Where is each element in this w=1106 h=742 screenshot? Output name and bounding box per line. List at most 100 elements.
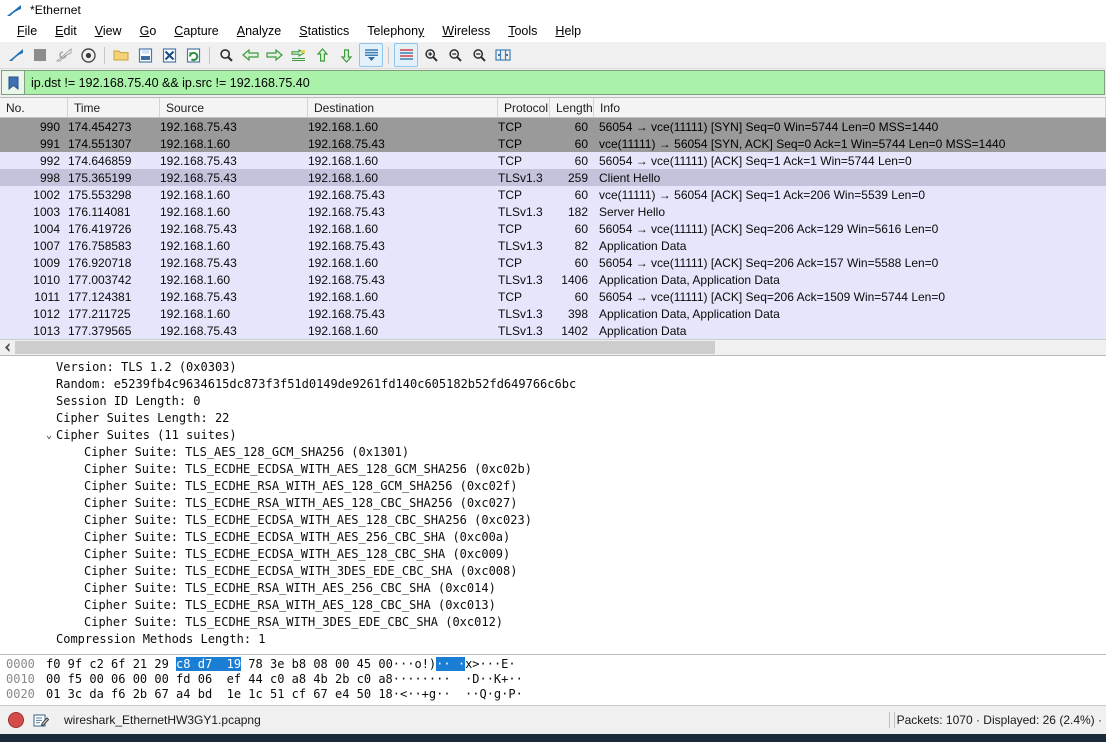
menu-wireless[interactable]: Wireless [433,22,499,40]
hex-plain-bytes: f0 9f c2 6f 21 29 [46,657,177,671]
resize-columns-icon[interactable] [492,44,514,66]
main-toolbar [0,42,1106,69]
packet-row[interactable]: 998 175.365199 192.168.75.43 192.168.1.60 TL… [0,169,1106,186]
go-to-packet-icon[interactable] [287,44,309,66]
column-header-length[interactable]: Length [550,98,594,117]
detail-row[interactable]: ⌄ Cipher Suites (11 suites) [0,427,1106,444]
display-filter-bar: ip.dst != 192.168.75.40 && ip.src != 192… [0,69,1106,97]
detail-row[interactable]: Cipher Suite: TLS_ECDHE_RSA_WITH_3DES_ED… [0,614,1106,631]
packet-row[interactable]: 1004 176.419726 192.168.75.43 192.168.1.60 T… [0,220,1106,237]
packet-row[interactable]: 1011 177.124381 192.168.75.43 192.168.1.60 T… [0,288,1106,305]
menu-view[interactable]: View [86,22,131,40]
find-packet-icon[interactable] [215,44,237,66]
scroll-left-arrow-icon[interactable] [0,340,15,355]
menu-telephony[interactable]: Telephony [358,22,433,40]
stop-capture-icon[interactable] [29,44,51,66]
zoom-in-icon[interactable] [420,44,442,66]
cell-info: 56054 → vce(11111) [ACK] Seq=1 Ack=1 Win… [599,153,912,168]
start-capture-icon[interactable] [5,44,27,66]
go-forward-icon[interactable] [263,44,285,66]
cell-destination: 192.168.1.60 [308,170,379,185]
detail-row[interactable]: Cipher Suite: TLS_ECDHE_ECDSA_WITH_AES_1… [0,512,1106,529]
packet-row[interactable]: 1003 176.114081 192.168.1.60 192.168.75.43 T… [0,203,1106,220]
cell-destination: 192.168.75.43 [308,136,385,151]
detail-row[interactable]: Cipher Suite: TLS_AES_128_GCM_SHA256 (0x… [0,444,1106,461]
menu-help[interactable]: Help [546,22,590,40]
menu-file[interactable]: File [8,22,46,40]
packet-detail-pane[interactable]: Version: TLS 1.2 (0x0303) Random: e5239fb… [0,355,1106,654]
toolbar-separator [104,46,105,64]
restart-capture-icon[interactable] [53,44,75,66]
detail-row[interactable]: Cipher Suite: TLS_ECDHE_ECDSA_WITH_AES_1… [0,461,1106,478]
detail-row[interactable]: Session ID Length: 0 [0,393,1106,410]
packet-row[interactable]: 1012 177.211725 192.168.1.60 192.168.75.43 T… [0,305,1106,322]
packet-row[interactable]: 990 174.454273 192.168.75.43 192.168.1.60 TC… [0,118,1106,135]
detail-row[interactable]: Cipher Suite: TLS_ECDHE_ECDSA_WITH_3DES_… [0,563,1106,580]
go-first-packet-icon[interactable] [311,44,333,66]
hex-row[interactable]: 0010 00 f5 00 06 00 00 fd 06 ef 44 c0 a8 … [0,672,1106,687]
detail-text: Cipher Suite: TLS_ECDHE_RSA_WITH_AES_128… [84,496,518,510]
capture-comment-icon[interactable] [32,712,50,728]
menu-file-rest: ile [24,24,38,38]
column-header-info[interactable]: Info [594,98,1106,117]
packet-row[interactable]: 992 174.646859 192.168.75.43 192.168.1.60 TC… [0,152,1106,169]
scroll-thumb[interactable] [15,341,715,354]
cell-source: 192.168.75.43 [160,153,237,168]
cell-length: 82 [574,238,588,253]
packet-list-rows[interactable]: 990 174.454273 192.168.75.43 192.168.1.60 TC… [0,118,1106,339]
detail-row[interactable]: Random: e5239fb4c9634615dc873f3f51d0149d… [0,376,1106,393]
packet-row[interactable]: 1007 176.758583 192.168.1.60 192.168.75.43 T… [0,237,1106,254]
colorize-icon[interactable] [394,43,418,67]
detail-row[interactable]: Cipher Suite: TLS_ECDHE_RSA_WITH_AES_128… [0,478,1106,495]
packet-bytes-pane[interactable]: 0000 f0 9f c2 6f 21 29 c8 d7 19 78 3e b8 … [0,654,1106,705]
detail-row[interactable]: Cipher Suite: TLS_ECDHE_ECDSA_WITH_AES_1… [0,546,1106,563]
menu-capture[interactable]: Capture [165,22,227,40]
record-dot-icon[interactable] [8,712,24,728]
detail-row[interactable]: Version: TLS 1.2 (0x0303) [0,359,1106,376]
menu-analyze[interactable]: Analyze [228,22,290,40]
chevron-down-icon[interactable]: ⌄ [42,427,56,444]
cell-protocol: TCP [498,119,522,134]
packet-row[interactable]: 1009 176.920718 192.168.75.43 192.168.1.60 T… [0,254,1106,271]
close-file-icon[interactable] [158,44,180,66]
cell-source: 192.168.75.43 [160,221,237,236]
column-header-source[interactable]: Source [160,98,308,117]
scroll-track[interactable] [15,340,1106,355]
hex-row[interactable]: 0020 01 3c da f6 2b 67 a4 bd 1e 1c 51 cf … [0,687,1106,702]
menu-statistics[interactable]: Statistics [290,22,358,40]
bookmark-icon[interactable] [1,70,24,95]
go-back-icon[interactable] [239,44,261,66]
column-header-time[interactable]: Time [68,98,160,117]
packet-list-hscrollbar[interactable] [0,339,1106,355]
zoom-reset-icon[interactable] [468,44,490,66]
auto-scroll-icon[interactable] [359,43,383,67]
column-header-protocol[interactable]: Protocol [498,98,550,117]
status-separator [888,712,890,728]
packet-row[interactable]: 991 174.551307 192.168.1.60 192.168.75.43 TC… [0,135,1106,152]
hex-row[interactable]: 0000 f0 9f c2 6f 21 29 c8 d7 19 78 3e b8 … [0,657,1106,672]
detail-row[interactable]: Cipher Suite: TLS_ECDHE_RSA_WITH_AES_128… [0,495,1106,512]
zoom-out-icon[interactable] [444,44,466,66]
packet-row[interactable]: 1013 177.379565 192.168.75.43 192.168.1.60 T… [0,322,1106,339]
open-file-icon[interactable] [110,44,132,66]
column-header-no[interactable]: No. [0,98,68,117]
display-filter-input[interactable]: ip.dst != 192.168.75.40 && ip.src != 192… [24,70,1105,95]
column-header-destination[interactable]: Destination [308,98,498,117]
reload-file-icon[interactable] [182,44,204,66]
detail-row[interactable]: Cipher Suite: TLS_ECDHE_ECDSA_WITH_AES_2… [0,529,1106,546]
packet-counts: Packets: 1070 · Displayed: 26 (2.4%) · [896,713,1102,727]
cell-source: 192.168.75.43 [160,255,237,270]
menu-edit[interactable]: Edit [46,22,86,40]
menu-tools[interactable]: Tools [499,22,546,40]
detail-row[interactable]: Compression Methods Length: 1 [0,631,1106,648]
go-last-packet-icon[interactable] [335,44,357,66]
menu-go[interactable]: Go [131,22,166,40]
detail-row[interactable]: Cipher Suite: TLS_ECDHE_RSA_WITH_AES_128… [0,597,1106,614]
detail-row[interactable]: Cipher Suite: TLS_ECDHE_RSA_WITH_AES_256… [0,580,1106,597]
capture-options-icon[interactable] [77,44,99,66]
packet-row[interactable]: 1002 175.553298 192.168.1.60 192.168.75.43 T… [0,186,1106,203]
menu-bar: File Edit View Go Capture Analyze Statis… [0,20,1106,42]
packet-row[interactable]: 1010 177.003742 192.168.1.60 192.168.75.43 T… [0,271,1106,288]
detail-row[interactable]: Cipher Suites Length: 22 [0,410,1106,427]
save-file-icon[interactable] [134,44,156,66]
